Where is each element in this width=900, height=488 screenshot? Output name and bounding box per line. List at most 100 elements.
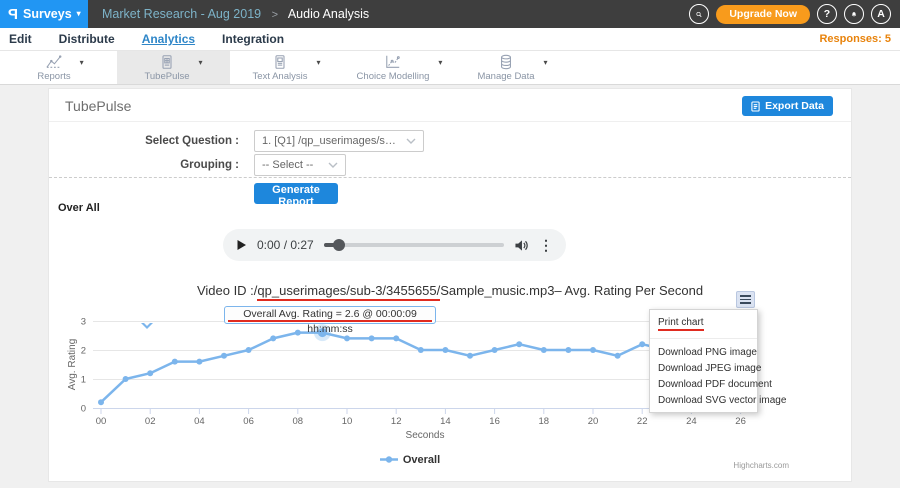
chevron-down-icon: [328, 162, 338, 168]
survey-menubar: Edit Distribute Analytics Integration Re…: [0, 28, 900, 50]
svg-text:10: 10: [342, 416, 353, 427]
chart-title-suffix: Sample_music.mp3– Avg. Rating Per Second: [440, 283, 703, 298]
seek-slider[interactable]: [324, 243, 504, 247]
text-document-icon: [272, 54, 288, 70]
page: P Surveys ▾ Market Research - Aug 2019 >…: [0, 0, 900, 488]
highcharts-credit[interactable]: Highcharts.com: [733, 461, 789, 470]
account-avatar-button[interactable]: A: [871, 4, 891, 24]
chevron-down-icon[interactable]: ▾: [316, 58, 320, 67]
chevron-down-icon[interactable]: ▾: [544, 58, 548, 67]
context-menu-separator: [650, 338, 757, 339]
context-menu-item-download-pdf[interactable]: Download PDF document: [650, 376, 757, 392]
svg-text:08: 08: [293, 416, 304, 427]
top-header-bar: P Surveys ▾ Market Research - Aug 2019 >…: [0, 0, 900, 28]
line-chart-icon: [45, 54, 63, 70]
overall-section-label: Over All: [58, 202, 100, 214]
form-separator: [49, 177, 851, 178]
play-icon: [236, 239, 247, 251]
chart-title-path: qp_userimages/sub-3/3455655/: [257, 283, 440, 301]
player-options-kebab-icon[interactable]: ⋮: [539, 238, 553, 252]
svg-text:26: 26: [735, 416, 746, 427]
breadcrumb-separator-icon: >: [272, 9, 278, 21]
svg-text:12: 12: [391, 416, 402, 427]
select-question-label: Select Question :: [54, 135, 239, 147]
menu-item-integration[interactable]: Integration: [222, 32, 284, 46]
export-data-label: Export Data: [765, 100, 824, 112]
chart-legend[interactable]: Overall: [49, 451, 771, 469]
menu-item-edit[interactable]: Edit: [9, 32, 32, 46]
chart-title-prefix: Video ID :/: [197, 283, 257, 298]
chevron-down-icon[interactable]: ▾: [80, 58, 84, 67]
surveys-app-menu[interactable]: P Surveys ▾: [0, 0, 88, 28]
tool-manage-data[interactable]: Manage Data ▾: [456, 51, 569, 84]
audio-player: 0:00 / 0:27 ⋮: [223, 229, 566, 261]
tool-text-analysis[interactable]: Text Analysis ▾: [230, 51, 343, 84]
chevron-down-icon[interactable]: ▾: [438, 58, 442, 67]
svg-text:00: 00: [96, 416, 107, 427]
media-report-icon: [159, 54, 175, 70]
svg-text:02: 02: [145, 416, 156, 427]
chart-tooltip: Overall Avg. Rating = 2.6 @ 00:00:09 hh:…: [224, 306, 436, 324]
bell-icon: [851, 9, 857, 20]
svg-text:04: 04: [194, 416, 205, 427]
breadcrumb: Market Research - Aug 2019 > Audio Analy…: [102, 7, 369, 21]
svg-text:22: 22: [637, 416, 648, 427]
grouping-label: Grouping :: [54, 159, 239, 171]
breadcrumb-survey-name[interactable]: Market Research - Aug 2019: [102, 7, 261, 21]
brand-label: Surveys: [23, 7, 72, 21]
header-actions: Upgrade Now ? A: [689, 4, 900, 24]
playback-time: 0:00 / 0:27: [257, 238, 314, 252]
legend-label-overall: Overall: [403, 454, 440, 466]
chart-context-menu-button[interactable]: [736, 291, 755, 308]
context-menu-item-print[interactable]: Print chart: [650, 314, 757, 333]
volume-button[interactable]: [514, 239, 529, 252]
legend-marker-icon: [380, 451, 398, 469]
svg-text:18: 18: [539, 416, 550, 427]
print-chart-label: Print chart: [658, 317, 704, 331]
chevron-down-icon[interactable]: ▾: [199, 58, 203, 67]
database-icon: [498, 54, 514, 70]
select-question-dropdown[interactable]: 1. [Q1] /qp_userimages/sub-3/3455655/S..…: [254, 130, 424, 152]
grouping-value: -- Select --: [262, 159, 313, 171]
menu-item-distribute[interactable]: Distribute: [59, 32, 115, 46]
chevron-down-icon: ▾: [77, 10, 81, 18]
analytics-toolbar: Reports ▾ TubePulse ▾ Text Analysis ▾ Ch…: [0, 50, 900, 85]
context-menu-item-download-png[interactable]: Download PNG image: [650, 344, 757, 360]
tool-choice-modelling[interactable]: Choice Modelling ▾: [343, 51, 456, 84]
svg-text:Seconds: Seconds: [406, 430, 445, 441]
svg-text:20: 20: [588, 416, 599, 427]
generate-report-button[interactable]: Generate Report: [254, 183, 338, 204]
search-button[interactable]: [689, 4, 709, 24]
svg-text:1: 1: [81, 375, 86, 386]
notifications-button[interactable]: [844, 4, 864, 24]
svg-text:0: 0: [81, 404, 86, 415]
tooltip-annotation-underline: [228, 320, 432, 323]
svg-text:06: 06: [243, 416, 254, 427]
grouping-dropdown[interactable]: -- Select --: [254, 154, 346, 176]
export-data-button[interactable]: Export Data: [742, 96, 833, 116]
svg-text:16: 16: [489, 416, 500, 427]
menu-item-analytics[interactable]: Analytics: [142, 32, 195, 46]
play-button[interactable]: [236, 239, 247, 251]
chevron-down-icon: [406, 138, 416, 144]
scatter-chart-icon: [384, 54, 402, 70]
tool-tubepulse[interactable]: TubePulse ▾: [117, 51, 230, 84]
search-icon: [696, 9, 702, 20]
context-menu-item-download-jpeg[interactable]: Download JPEG image: [650, 360, 757, 376]
rating-chart: Video ID :/qp_userimages/sub-3/3455655/S…: [49, 277, 851, 481]
export-context-menu: Print chart Download PNG image Download …: [649, 309, 758, 413]
tool-label: Manage Data: [477, 71, 534, 82]
tool-label: Reports: [37, 71, 70, 82]
chart-title: Video ID :/qp_userimages/sub-3/3455655/S…: [49, 283, 851, 298]
upgrade-now-button[interactable]: Upgrade Now: [716, 5, 810, 24]
tubepulse-panel: TubePulse Export Data Select Question : …: [48, 88, 852, 482]
context-menu-item-download-svg[interactable]: Download SVG vector image: [650, 392, 757, 408]
export-file-icon: [751, 101, 760, 112]
help-button[interactable]: ?: [817, 4, 837, 24]
breadcrumb-current-page: Audio Analysis: [288, 7, 369, 21]
tool-label: Text Analysis: [253, 71, 308, 82]
panel-divider: [49, 121, 851, 122]
seek-thumb[interactable]: [333, 239, 345, 251]
tooltip-arrow-fill: [143, 322, 151, 326]
tool-reports[interactable]: Reports ▾: [4, 51, 117, 84]
